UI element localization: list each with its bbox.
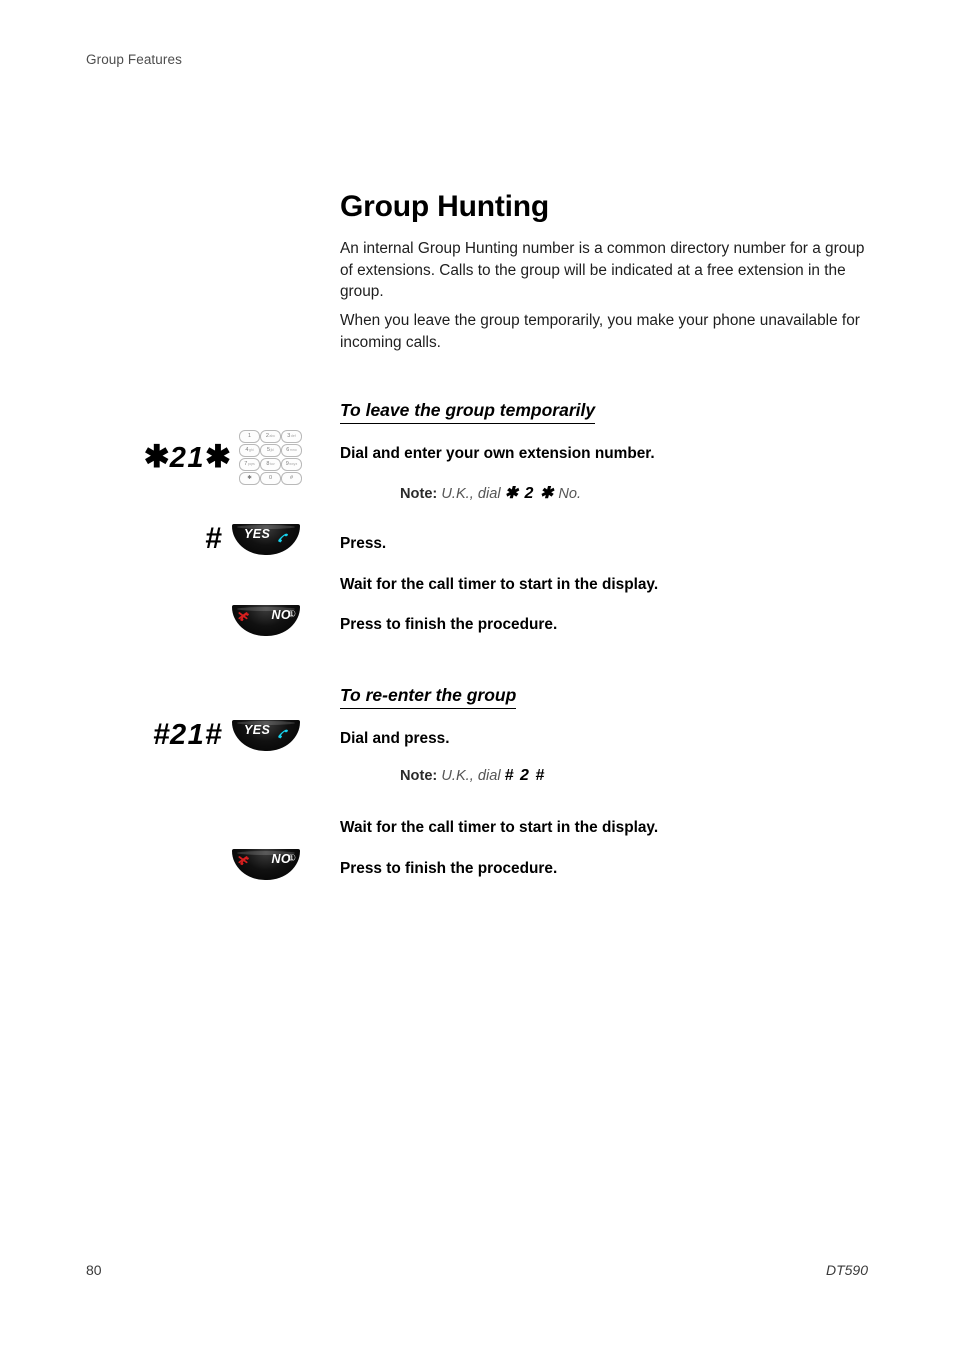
intro-paragraph-1: An internal Group Hunting number is a co… bbox=[340, 240, 865, 300]
step-icon-hash21hash-yes: #21# YES bbox=[0, 718, 300, 752]
step-icon-dial-star21star: ✱21✱ 1 2 abc 3 def 4 ghi 5 jkl 6 mno 7 pqrs 8 tuv 9 wxyz ✱… bbox=[0, 430, 302, 485]
note-uk-dial-star: Note: U.K., dial ✱ 2 ✱ No. bbox=[400, 483, 925, 503]
step-text-press-finish-1: Press to finish the procedure. bbox=[340, 616, 558, 633]
keypad-key-digit: ✱ bbox=[247, 474, 252, 481]
note-uk-dial-hash: Note: U.K., dial # 2 # bbox=[400, 767, 925, 785]
step-text-press: Press. bbox=[340, 535, 387, 552]
note-label: Note: bbox=[400, 486, 438, 502]
keypad-icon: 1 2 abc 3 def 4 ghi 5 jkl 6 mno 7 pqrs 8 tuv 9 wxyz ✱ 0 # bbox=[239, 430, 302, 485]
note-keycode: # 2 # bbox=[504, 767, 546, 784]
footer-model-name: DT590 bbox=[825, 1262, 868, 1278]
document-page: Group Features Group Hunting An internal… bbox=[0, 0, 954, 1352]
keypad-key: 2 abc bbox=[260, 430, 281, 443]
note-text-pre: U.K., dial bbox=[441, 486, 501, 502]
section-heading-leave-group-label: To leave the group temporarily bbox=[340, 400, 596, 424]
keypad-key-letters: ghi bbox=[248, 447, 254, 452]
keypad-key-letters: pqrs bbox=[247, 461, 255, 466]
dialcode-star21star: ✱21✱ bbox=[144, 439, 231, 475]
keypad-key: 7 pqrs bbox=[239, 458, 260, 471]
digit-2: 2 bbox=[169, 442, 188, 474]
badge-one-icon: ① bbox=[287, 608, 296, 620]
digit-1: 1 bbox=[187, 442, 206, 474]
keypad-key: 5 jkl bbox=[260, 444, 281, 457]
no-button-icon: NO ① bbox=[232, 849, 300, 880]
keypad-key-letters: tuv bbox=[269, 461, 275, 466]
note-text-post: No. bbox=[558, 486, 582, 502]
keypad-key-letters: abc bbox=[269, 433, 276, 438]
running-header: Group Features bbox=[86, 52, 182, 67]
step-text-wait-call-timer-2: Wait for the call timer to start in the … bbox=[340, 819, 659, 836]
keypad-key: 4 ghi bbox=[239, 444, 260, 457]
hash-icon: # bbox=[205, 718, 222, 751]
footer-page-number: 80 bbox=[86, 1262, 102, 1278]
keypad-key: ✱ bbox=[239, 472, 260, 485]
dialcode-hash: # bbox=[205, 522, 222, 556]
keypad-key-letters: wxyz bbox=[289, 461, 298, 466]
keypad-key-letters: jkl bbox=[270, 447, 274, 452]
step-text-dial-and-press: Dial and press. bbox=[340, 730, 450, 747]
keypad-key: # bbox=[281, 472, 302, 485]
note-keycode: ✱ 2 ✱ bbox=[504, 485, 555, 502]
dialcode-hash21hash: #21# bbox=[153, 718, 222, 752]
note-text-pre: U.K., dial bbox=[441, 768, 501, 784]
step-text-wait-call-timer: Wait for the call timer to start in the … bbox=[340, 576, 659, 593]
section-heading-reenter-group-label: To re-enter the group bbox=[340, 685, 517, 709]
digit-2: 2 bbox=[170, 719, 188, 751]
keypad-key-letters: mno bbox=[289, 447, 297, 452]
hash-icon: # bbox=[205, 522, 222, 555]
step-text-press-finish-2: Press to finish the procedure. bbox=[340, 860, 558, 877]
handset-icon bbox=[275, 529, 291, 545]
note-label: Note: bbox=[400, 768, 438, 784]
badge-one-icon: ① bbox=[287, 852, 296, 864]
step-text-dial-extension: Dial and enter your own extension number… bbox=[340, 445, 655, 462]
asterisk-icon: ✱ bbox=[205, 439, 231, 474]
keypad-grid: 1 2 abc 3 def 4 ghi 5 jkl 6 mno 7 pqrs 8 tuv 9 wxyz ✱ 0 # bbox=[239, 430, 302, 485]
section-heading-leave-group: To leave the group temporarily bbox=[340, 400, 865, 424]
keypad-key: 3 def bbox=[281, 430, 302, 443]
step-icon-hash-yes: # YES bbox=[0, 522, 300, 556]
keypad-key: 1 bbox=[239, 430, 260, 443]
yes-button-icon: YES bbox=[232, 719, 300, 751]
step-icon-no-2: NO ① bbox=[0, 849, 300, 880]
keypad-key: 6 mno bbox=[281, 444, 302, 457]
asterisk-icon: ✱ bbox=[143, 439, 170, 474]
keypad-key: 8 tuv bbox=[260, 458, 281, 471]
step-icon-no-1: NO ① bbox=[0, 605, 300, 636]
keypad-key-digit: 0 bbox=[268, 474, 273, 481]
section-heading-reenter-group: To re-enter the group bbox=[340, 685, 865, 709]
digit-1: 1 bbox=[187, 719, 206, 751]
keypad-key-letters: def bbox=[290, 433, 296, 438]
keypad-key-digit: 1 bbox=[247, 432, 252, 439]
keypad-key-digit: # bbox=[289, 474, 294, 481]
yes-button-icon: YES bbox=[232, 523, 300, 555]
intro-paragraph-2: When you leave the group temporarily, yo… bbox=[340, 312, 860, 351]
hash-icon: # bbox=[153, 718, 171, 751]
page-title: Group Hunting bbox=[340, 190, 550, 223]
no-button-icon: NO ① bbox=[232, 605, 300, 636]
keypad-key: 9 wxyz bbox=[281, 458, 302, 471]
handset-icon bbox=[275, 725, 291, 741]
keypad-key: 0 bbox=[260, 472, 281, 485]
